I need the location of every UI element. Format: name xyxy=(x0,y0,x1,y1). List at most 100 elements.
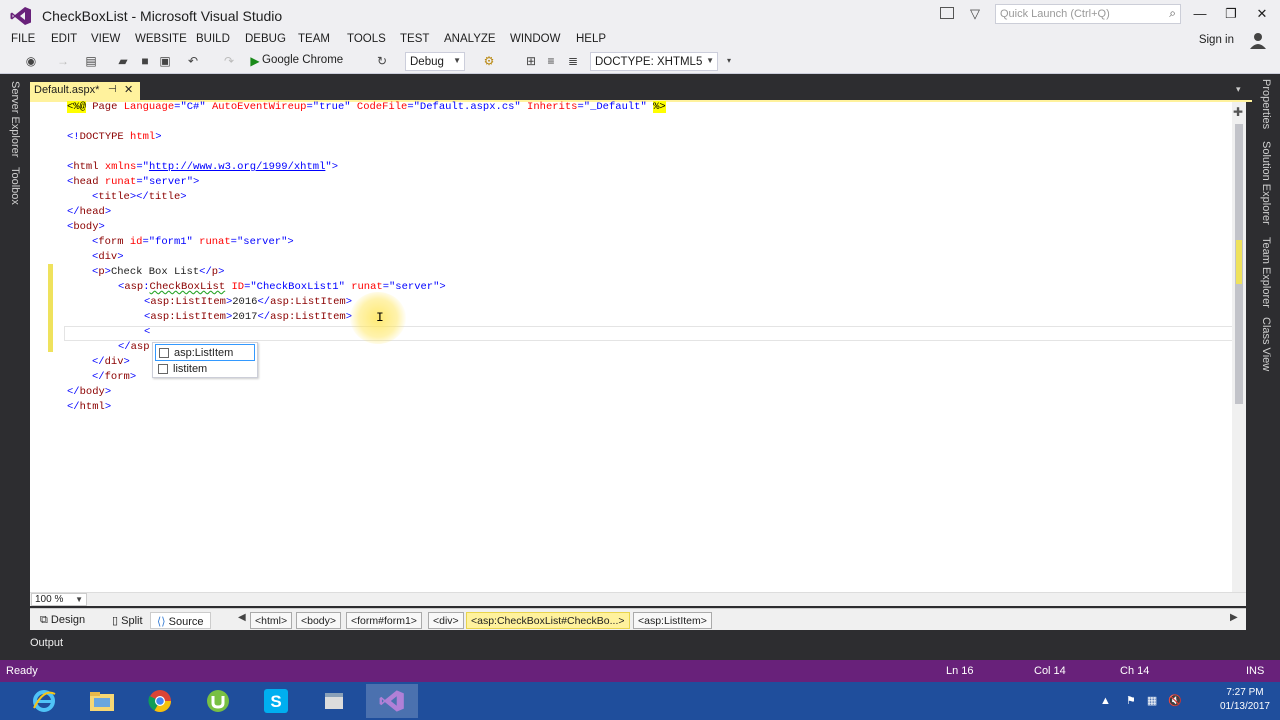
editor-bottom-bar: 100 % ▼ xyxy=(30,592,1246,606)
code-line-form-open: <form id="form1" runat="server"> xyxy=(92,236,294,248)
class-view-tab[interactable]: Class View xyxy=(1260,317,1272,371)
search-icon[interactable]: ⌕ xyxy=(1169,6,1176,21)
split-view-button[interactable]: ▯ Split xyxy=(106,612,149,629)
configuration-value: Debug xyxy=(410,56,444,68)
quick-launch-input[interactable]: Quick Launch (Ctrl+Q) ⌕ xyxy=(995,4,1181,24)
chrome-taskbar-button[interactable] xyxy=(134,684,186,718)
title-bar: CheckBoxList - Microsoft Visual Studio ▽… xyxy=(0,0,1280,30)
feedback-filter-icon[interactable]: ▽ xyxy=(970,6,980,22)
menu-website[interactable]: WEBSITE xyxy=(135,33,187,45)
output-tab[interactable]: Output xyxy=(30,637,63,649)
doctype-dropdown[interactable]: DOCTYPE: XHTML5 ▼ xyxy=(590,52,718,71)
sign-in-link[interactable]: Sign in xyxy=(1199,34,1234,46)
system-tray: ▲ ⚑ ▦ 🔇 xyxy=(1100,694,1182,707)
browser-link-icon[interactable]: ⚙ xyxy=(482,54,496,68)
breadcrumb-form[interactable]: <form#form1> xyxy=(346,612,422,629)
menu-window[interactable]: WINDOW xyxy=(510,33,560,45)
toolbox-tab[interactable]: Toolbox xyxy=(9,167,21,205)
internet-explorer-icon xyxy=(33,690,56,712)
close-icon[interactable]: ✕ xyxy=(124,83,133,96)
internet-explorer-taskbar-button[interactable] xyxy=(18,684,70,718)
comment-icon[interactable]: ≡ xyxy=(544,54,558,68)
chevron-down-icon: ▼ xyxy=(75,595,83,604)
system-clock[interactable]: 7:27 PM 01/13/2017 xyxy=(1220,686,1270,714)
folder-icon xyxy=(90,692,114,711)
properties-tab[interactable]: Properties xyxy=(1260,79,1272,129)
breadcrumb-left-icon[interactable]: ◀ xyxy=(238,612,246,623)
menu-tools[interactable]: TOOLS xyxy=(347,33,386,45)
toolbar-overflow-icon[interactable]: ▾ xyxy=(722,54,736,68)
editor-vertical-scrollbar[interactable]: ✚ xyxy=(1232,102,1246,592)
visual-studio-taskbar-button[interactable] xyxy=(366,684,418,718)
breadcrumb-html[interactable]: <html> xyxy=(250,612,293,629)
tab-overflow-icon[interactable]: ▾ xyxy=(1236,84,1241,95)
navigate-forward-icon[interactable]: → xyxy=(56,54,70,68)
menu-build[interactable]: BUILD xyxy=(196,33,230,45)
team-explorer-tab[interactable]: Team Explorer xyxy=(1260,237,1272,308)
new-project-icon[interactable]: ▤ xyxy=(84,54,98,68)
menu-team[interactable]: TEAM xyxy=(298,33,330,45)
solution-explorer-tab[interactable]: Solution Explorer xyxy=(1260,141,1272,225)
design-view-button[interactable]: ⧉ Design xyxy=(34,612,91,629)
volume-icon[interactable]: 🔇 xyxy=(1168,695,1182,707)
file-explorer-taskbar-button[interactable] xyxy=(76,684,128,718)
breadcrumb-listitem[interactable]: <asp:ListItem> xyxy=(633,612,712,629)
start-debugging-icon[interactable]: ▶ xyxy=(248,54,262,68)
application-taskbar-button[interactable] xyxy=(308,684,360,718)
find-icon[interactable]: ⊞ xyxy=(524,54,538,68)
utorrent-taskbar-button[interactable] xyxy=(192,684,244,718)
action-center-icon[interactable]: ⚑ xyxy=(1126,695,1136,707)
split-editor-icon[interactable]: ✚ xyxy=(1233,105,1243,119)
menu-analyze[interactable]: ANALYZE xyxy=(444,33,496,45)
navigate-back-icon[interactable]: ◉ xyxy=(24,54,38,68)
network-icon[interactable]: ▦ xyxy=(1147,695,1157,707)
design-icon: ⧉ xyxy=(40,614,51,626)
intellisense-item[interactable]: listitem xyxy=(155,361,255,378)
text-cursor-icon: I xyxy=(376,310,384,325)
menu-view[interactable]: VIEW xyxy=(91,33,120,45)
skype-taskbar-button[interactable]: S xyxy=(250,684,302,718)
code-line-listitem-2016: <asp:ListItem>2016</asp:ListItem> xyxy=(144,296,353,308)
source-view-button[interactable]: ⟨⟩ Source xyxy=(150,612,211,629)
pin-icon[interactable]: ⊣ xyxy=(108,84,117,95)
left-tool-window-tabs: Server Explorer Toolbox xyxy=(0,75,30,655)
close-button[interactable]: ✕ xyxy=(1252,6,1272,22)
zoom-dropdown[interactable]: 100 % ▼ xyxy=(31,593,87,606)
open-file-icon[interactable]: ▰ xyxy=(116,54,130,68)
menu-test[interactable]: TEST xyxy=(400,33,429,45)
tray-expand-icon[interactable]: ▲ xyxy=(1100,695,1111,707)
save-all-icon[interactable]: ▣ xyxy=(158,54,172,68)
document-tab-default-aspx[interactable]: Default.aspx* ⊣ ✕ xyxy=(30,82,140,100)
menu-file[interactable]: FILE xyxy=(11,33,35,45)
redo-icon[interactable]: ↷ xyxy=(222,54,236,68)
breadcrumb-div[interactable]: <div> xyxy=(428,612,464,629)
minimize-button[interactable]: — xyxy=(1190,6,1210,21)
intellisense-item[interactable]: asp:ListItem xyxy=(155,344,255,361)
breadcrumb-body[interactable]: <body> xyxy=(296,612,342,629)
refresh-icon[interactable]: ↻ xyxy=(375,54,389,68)
undo-icon[interactable]: ↶ xyxy=(186,54,200,68)
notifications-icon[interactable] xyxy=(940,7,954,19)
server-explorer-tab[interactable]: Server Explorer xyxy=(9,81,21,157)
visual-studio-logo-icon xyxy=(10,7,31,25)
browser-selector[interactable]: Google Chrome xyxy=(262,54,343,66)
status-column: Col 14 xyxy=(1034,665,1066,677)
user-icon[interactable] xyxy=(1248,31,1268,49)
element-icon xyxy=(159,348,169,358)
solution-configuration-dropdown[interactable]: Debug ▼ xyxy=(405,52,465,71)
xmlns-link[interactable]: http://www.w3.org/1999/xhtml xyxy=(149,161,325,173)
code-line-listitem-2017: <asp:ListItem>2017</asp:ListItem> xyxy=(144,311,353,323)
restore-button[interactable]: ❐ xyxy=(1221,6,1241,22)
menu-help[interactable]: HELP xyxy=(576,33,606,45)
breadcrumb-right-icon[interactable]: ▶ xyxy=(1230,612,1238,623)
scrollbar-thumb[interactable] xyxy=(1235,124,1243,404)
skype-icon: S xyxy=(264,689,288,713)
menu-edit[interactable]: EDIT xyxy=(51,33,77,45)
uncomment-icon[interactable]: ≣ xyxy=(566,54,580,68)
breadcrumb-checkboxlist[interactable]: <asp:CheckBoxList#CheckBo...> xyxy=(466,612,630,629)
code-line-doctype: <!DOCTYPE html> xyxy=(67,131,162,143)
change-tracking-bar xyxy=(48,264,53,352)
clock-time: 7:27 PM xyxy=(1226,687,1264,698)
menu-debug[interactable]: DEBUG xyxy=(245,33,286,45)
save-icon[interactable]: ■ xyxy=(138,54,152,68)
